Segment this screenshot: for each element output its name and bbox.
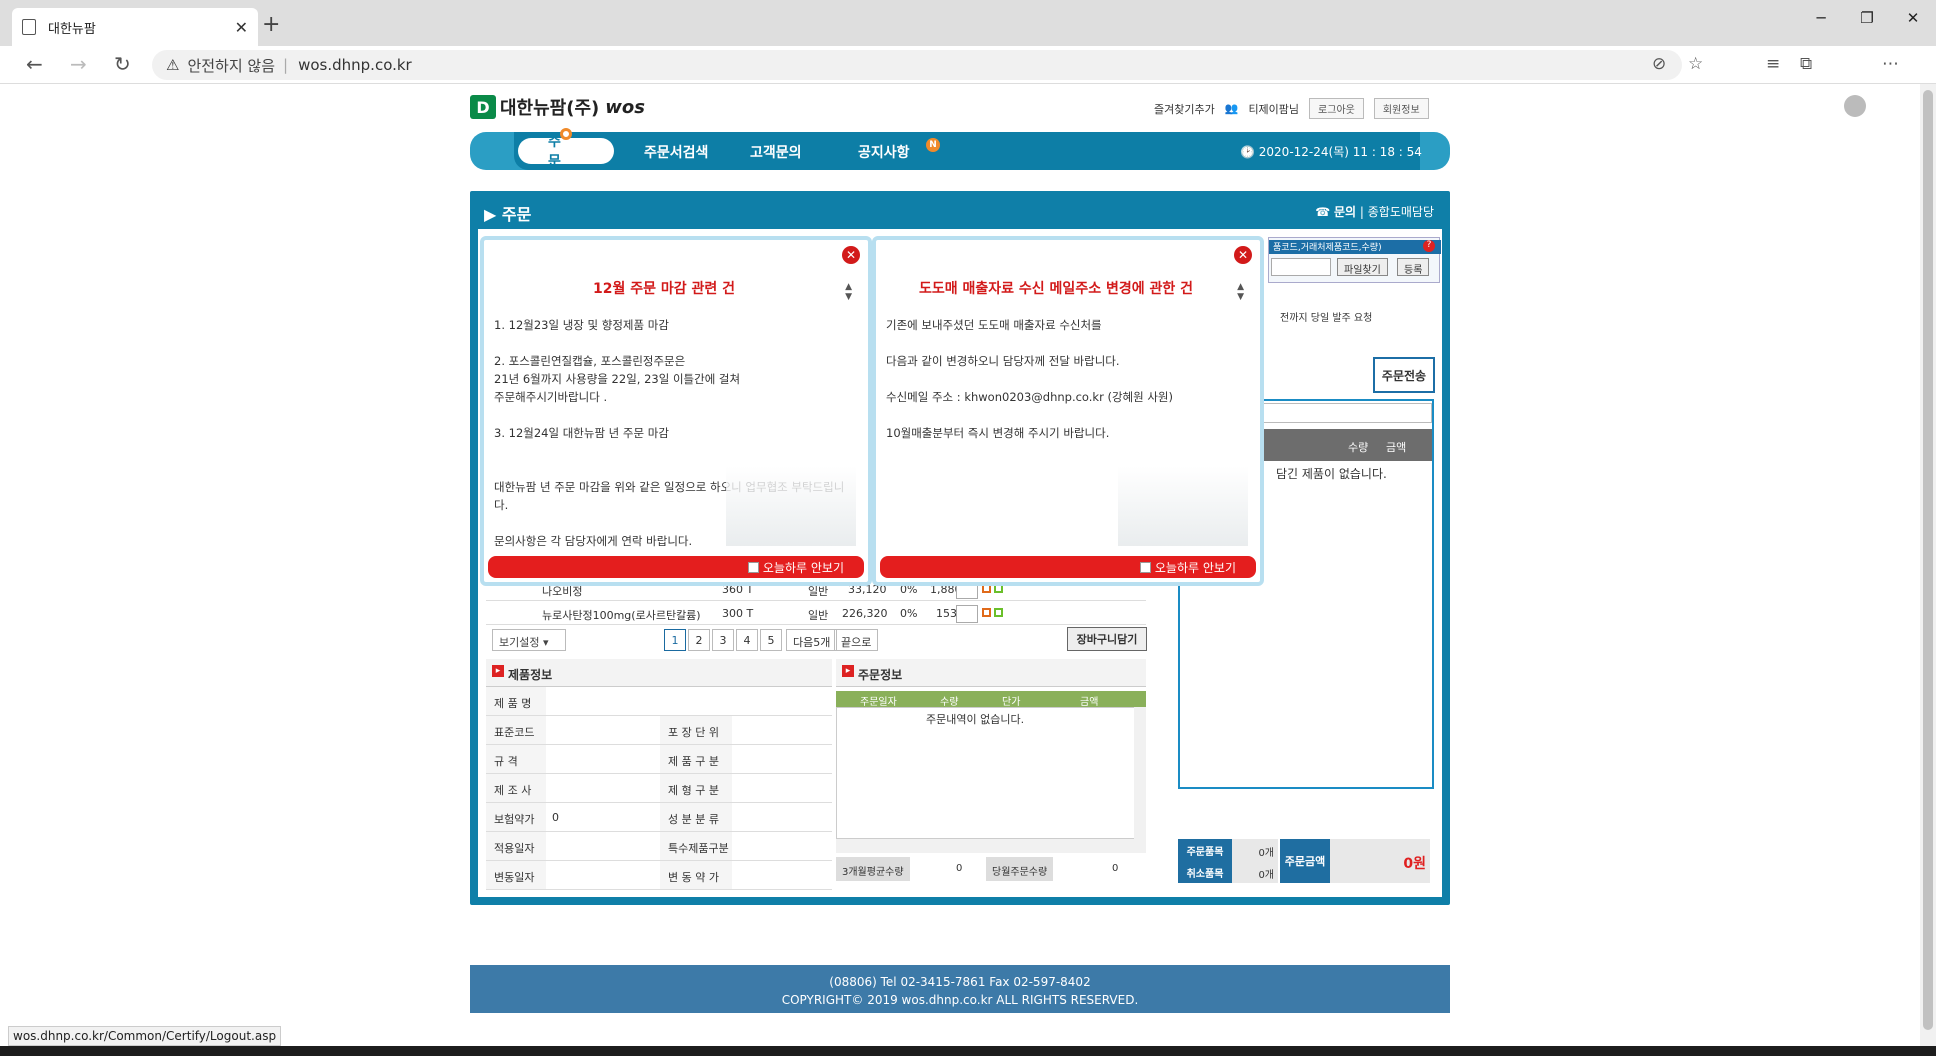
hide-today-checkbox[interactable]	[1139, 561, 1151, 573]
city-illustration	[726, 466, 856, 546]
scroll-arrows-icon[interactable]: ▲ ▼	[1237, 282, 1244, 302]
security-label: 안전하지 않음	[187, 56, 276, 75]
order-amount: 0원	[1330, 839, 1430, 883]
forward-icon[interactable]: →	[70, 52, 87, 76]
phone-icon: ☎	[1315, 205, 1331, 219]
reload-icon[interactable]: ↻	[114, 52, 131, 76]
close-popup-icon[interactable]: ✕	[842, 246, 860, 264]
order-scrollbar[interactable]	[1134, 707, 1146, 839]
page-2[interactable]: 2	[688, 629, 710, 651]
page-3[interactable]: 3	[712, 629, 734, 651]
user-icon: 👥	[1224, 102, 1239, 115]
order-hscrollbar[interactable]	[836, 839, 1146, 853]
totals: 주문품목 0개 취소품목 0개 주문금액 0원	[1178, 839, 1434, 889]
notice-popup-1: ✕ 12월 주문 마감 관련 건 ▲ ▼ 1. 12월23일 냉장 및 향정제품 …	[480, 236, 872, 586]
new-badge: N	[926, 138, 940, 152]
nav-order-search[interactable]: 주문서검색	[644, 142, 708, 162]
last-page-button[interactable]: 끝으로	[834, 629, 879, 651]
profile-avatar[interactable]	[1844, 95, 1866, 117]
browser-tabstrip: 대한뉴팜 ✕ + ─ ❐ ✕	[0, 0, 1936, 46]
clock: 🕑 2020-12-24(목) 11 : 18 : 54	[1240, 145, 1422, 159]
more-menu-icon[interactable]: ⋯	[1882, 54, 1899, 74]
add-to-cart-button[interactable]: 장바구니담기	[1067, 627, 1147, 651]
file-input[interactable]	[1271, 258, 1331, 276]
close-popup-icon[interactable]: ✕	[1234, 246, 1252, 264]
panel-title: ▶ 주문	[484, 205, 532, 224]
page-icon	[22, 19, 36, 35]
tab-title: 대한뉴팜	[48, 21, 96, 37]
hide-today-button[interactable]: 오늘하루 안보기	[880, 556, 1256, 578]
clock-icon: 🕑	[1240, 145, 1255, 159]
popup-title: 12월 주문 마감 관련 건	[592, 281, 736, 297]
logout-button[interactable]: 로그아웃	[1309, 98, 1364, 119]
upload-box: 품코드,거래처제품코드,수량) ? 파일찾기 등록	[1268, 237, 1441, 283]
favorites-link[interactable]: 즐겨찾기추가	[1154, 101, 1215, 117]
hide-today-checkbox[interactable]	[747, 561, 759, 573]
notice-popup-2: ✕ 도도매 매출자료 수신 메일주소 변경에 관한 건 ▲ ▼ 기존에 보내주셨던…	[872, 236, 1264, 586]
browser-tab[interactable]: 대한뉴팜 ✕	[12, 8, 258, 46]
nav-notice[interactable]: 공지사항	[858, 142, 910, 162]
user-name: 티제이팜님	[1248, 102, 1300, 116]
restore-icon[interactable]: ❐	[1844, 0, 1890, 36]
favorites-list-icon[interactable]: ≡	[1766, 54, 1780, 74]
file-find-button[interactable]: 파일찾기	[1337, 258, 1388, 276]
product-info: 제 품 명 표준코드 포 장 단 위 규 격제 품 구 분 제 조 사제 형 구 …	[486, 687, 832, 890]
next5-button[interactable]: 다음5개	[786, 629, 838, 651]
address-bar: ← → ↻ ⚠ 안전하지 않음 | wos.dhnp.co.kr ⊘ ☆ ≡ ⧉…	[0, 46, 1936, 117]
warning-icon: ⚠	[166, 56, 180, 74]
order-info: 주문정보 주문일자 수량 단가 금액 주문내역이 없습니다. 3개월평균수량 0…	[836, 659, 1146, 897]
page-4[interactable]: 4	[736, 629, 758, 651]
close-tab-icon[interactable]: ✕	[235, 18, 248, 37]
popup-title: 도도매 매출자료 수신 메일주소 변경에 관한 건	[919, 281, 1193, 297]
order-info-title: 주문정보	[836, 659, 1146, 687]
back-icon[interactable]: ←	[26, 52, 43, 76]
order-note: 전까지 당일 발주 요청	[1280, 313, 1373, 324]
nav-order[interactable]: 주 문	[518, 134, 614, 170]
hide-today-button[interactable]: 오늘하루 안보기	[488, 556, 864, 578]
send-order-button[interactable]: 주문전송	[1373, 357, 1435, 393]
logo-mark-icon: D	[470, 95, 496, 119]
page-1[interactable]: 1	[664, 629, 686, 651]
site-logo[interactable]: D 대한뉴팜(주) wos	[470, 94, 645, 120]
cart-empty: 담긴 제품이 없습니다.	[1276, 467, 1387, 481]
table-row[interactable]: 뉴로사탄정100mg(로사르탄칼륨) 300 T 일반 226,320 0% 1…	[486, 601, 1146, 625]
status-bar-url: wos.dhnp.co.kr/Common/Certify/Logout.asp	[8, 1026, 282, 1046]
window-close-icon[interactable]: ✕	[1890, 0, 1936, 36]
pagination: 보기설정 ▾ 1 2 3 4 5 다음5개 끝으로 장바구니담기	[486, 627, 1147, 653]
main-nav: 주 문 주문서검색 고객문의 공지사항 N 🕑 2020-12-24(목) 11…	[470, 128, 1450, 170]
order-empty: 주문내역이 없습니다.	[926, 713, 1025, 726]
blocked-icon[interactable]: ⊘	[1652, 54, 1666, 74]
contact: ☎ 문의 | 종합도매담당	[1315, 205, 1434, 219]
nav-inquiry[interactable]: 고객문의	[750, 142, 802, 162]
collections-icon[interactable]: ⧉	[1800, 54, 1812, 74]
popup-body: 기존에 보내주셨던 도도매 매출자료 수신처를 다음과 같이 변경하오니 담당자…	[886, 318, 1173, 440]
minimize-icon[interactable]: ─	[1798, 0, 1844, 36]
member-info-button[interactable]: 회원정보	[1373, 98, 1429, 119]
top-links: 즐겨찾기추가 👥 티제이팜님 로그아웃 회원정보	[1154, 98, 1429, 119]
page-scrollbar[interactable]	[1920, 84, 1936, 1046]
help-icon[interactable]: ?	[1423, 240, 1435, 252]
new-tab-icon[interactable]: +	[262, 12, 280, 37]
product-info-title: 제품정보	[486, 659, 832, 687]
quantity-input[interactable]	[956, 605, 978, 623]
register-button[interactable]: 등록	[1397, 258, 1430, 276]
site-footer: (08806) Tel 02-3415-7861 Fax 02-597-8402…	[470, 965, 1450, 1013]
page-5[interactable]: 5	[760, 629, 782, 651]
favorite-star-icon[interactable]: ☆	[1688, 54, 1703, 74]
view-setting-select[interactable]: 보기설정 ▾	[492, 629, 566, 651]
taskbar	[0, 1046, 1936, 1056]
url-text: wos.dhnp.co.kr	[298, 56, 412, 74]
city-illustration	[1118, 466, 1248, 546]
url-field[interactable]: ⚠ 안전하지 않음 | wos.dhnp.co.kr	[152, 50, 1682, 80]
scroll-arrows-icon[interactable]: ▲ ▼	[845, 282, 852, 302]
